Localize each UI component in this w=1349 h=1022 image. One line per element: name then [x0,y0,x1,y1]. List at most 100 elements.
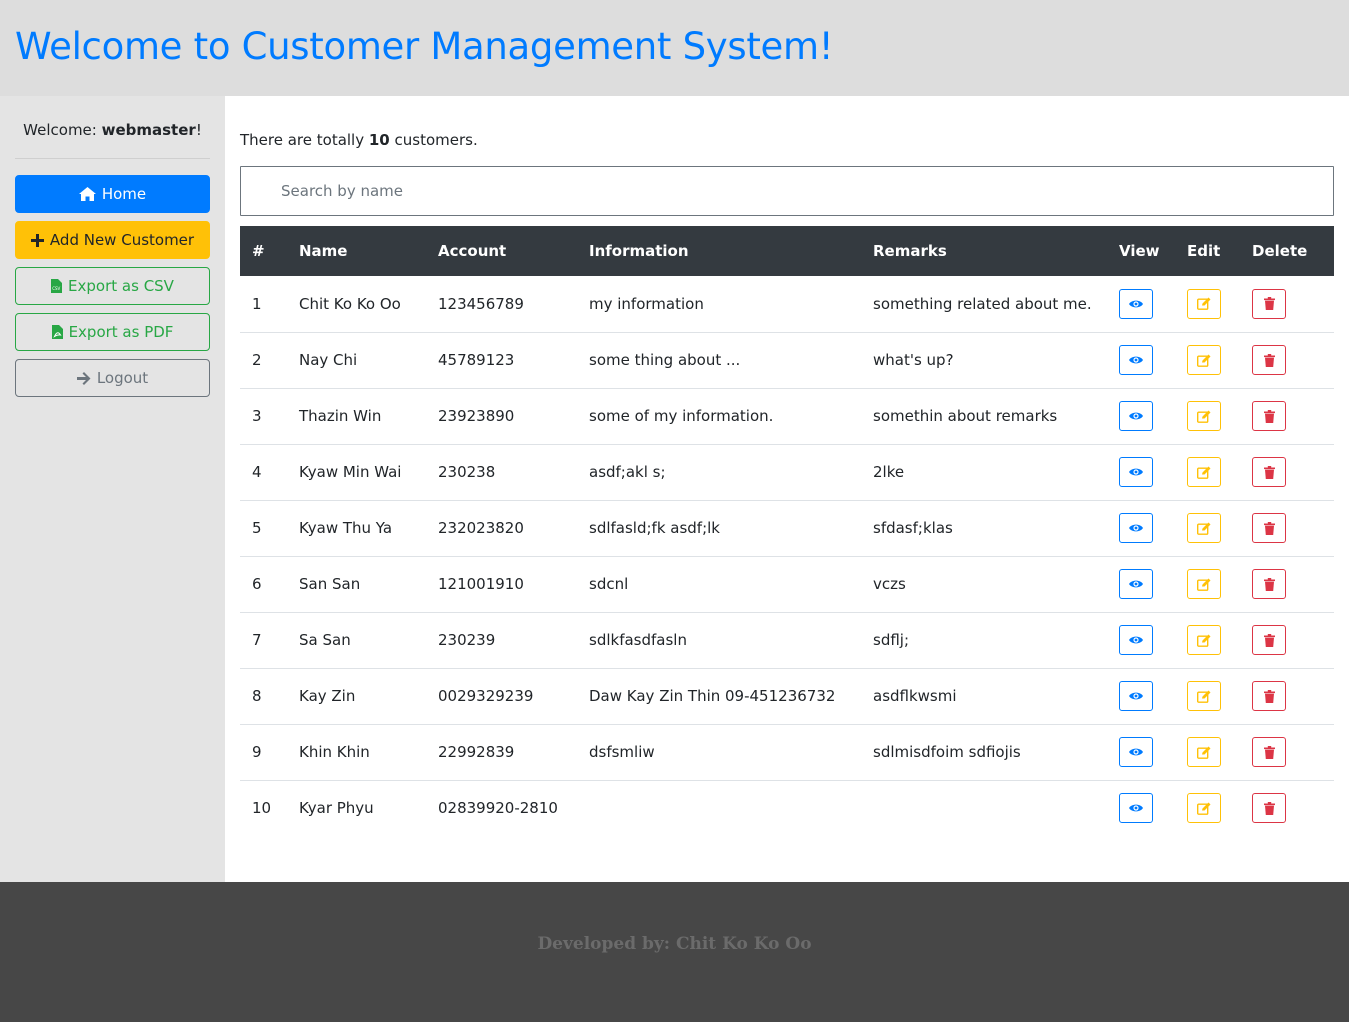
table-row: 8 Kay Zin 0029329239 Daw Kay Zin Thin 09-45… [240,668,1334,724]
search-input[interactable] [240,166,1334,216]
edit-button[interactable] [1187,569,1221,599]
cell-delete [1240,612,1334,668]
edit-icon [1197,746,1211,759]
export-csv-button[interactable]: CSV Export as CSV [15,267,210,305]
edit-button[interactable] [1187,681,1221,711]
delete-button[interactable] [1252,793,1286,824]
cell-edit [1175,444,1240,500]
edit-button[interactable] [1187,513,1221,543]
cell-account: 22992839 [438,743,515,761]
edit-button[interactable] [1187,401,1221,431]
edit-icon [1197,466,1211,479]
sidebar: Welcome: webmaster! Home Add New Custome… [0,96,225,882]
table-row: 4 Kyaw Min Wai 230238 asdf;akl s; 2lke [240,444,1334,500]
cell-information [577,780,861,836]
delete-button[interactable] [1252,401,1286,431]
delete-button[interactable] [1252,681,1286,711]
trash-icon [1263,689,1275,703]
view-button[interactable] [1119,737,1153,767]
cell-num: 10 [252,799,272,818]
cell-account: 23923890 [438,407,515,425]
cell-remarks: asdflkwsmi [873,687,957,705]
trash-icon [1263,633,1275,647]
header-name: Name [299,242,348,260]
cell-account: 02839920-2810 [438,799,558,818]
cell-num: 4 [252,463,262,481]
table-row: 6 San San 121001910 sdcnl vczs [240,556,1334,612]
cell-view [1107,276,1175,332]
arrow-right-icon [76,371,91,385]
edit-button[interactable] [1187,625,1221,655]
header-view: View [1119,242,1160,260]
cell-remarks [861,780,1107,836]
table-row: 9 Khin Khin 22992839 dsfsmliw sdlmisdfoim sd… [240,724,1334,780]
export-pdf-button[interactable]: Export as PDF [15,313,210,351]
cell-view [1107,780,1175,836]
view-button[interactable] [1119,401,1153,431]
cell-edit [1175,668,1240,724]
edit-button[interactable] [1187,457,1221,487]
delete-button[interactable] [1252,569,1286,599]
cell-edit [1175,780,1240,836]
delete-button[interactable] [1252,625,1286,655]
eye-icon [1129,412,1143,420]
view-button[interactable] [1119,513,1153,543]
trash-icon [1263,409,1275,423]
eye-icon [1129,300,1143,308]
trash-icon [1263,745,1275,759]
cell-view [1107,388,1175,444]
delete-button[interactable] [1252,457,1286,487]
edit-button[interactable] [1187,793,1221,824]
delete-button[interactable] [1252,288,1286,319]
cell-name: Chit Ko Ko Oo [299,294,401,313]
eye-icon [1129,524,1143,532]
cell-num: 5 [252,519,262,537]
cell-information: sdlfasld;fk asdf;lk [589,519,720,537]
header-remarks: Remarks [873,242,947,260]
edit-button[interactable] [1187,288,1221,319]
trash-icon [1263,521,1275,535]
view-button[interactable] [1119,345,1153,375]
view-button[interactable] [1119,457,1153,487]
view-button[interactable] [1119,625,1153,655]
cell-remarks: sfdasf;klas [873,519,953,537]
delete-button[interactable] [1252,737,1286,767]
cell-account: 123456789 [438,294,524,313]
home-button[interactable]: Home [15,175,210,213]
delete-button[interactable] [1252,345,1286,375]
welcome-message: Welcome: webmaster! [15,118,210,142]
delete-button[interactable] [1252,513,1286,543]
cell-num: 7 [252,631,262,649]
cell-information: dsfsmliw [589,743,655,761]
add-new-customer-button[interactable]: Add New Customer [15,221,210,259]
cell-account: 0029329239 [438,687,534,705]
eye-icon [1129,636,1143,644]
customer-table: # Name Account Information Remarks View … [240,226,1334,836]
home-icon [78,187,96,201]
cell-remarks: sdflj; [873,631,910,649]
trash-icon [1263,465,1275,479]
trash-icon [1263,577,1275,591]
username: webmaster [101,121,196,139]
cell-name: Kay Zin [299,687,356,705]
logout-button[interactable]: Logout [15,359,210,397]
edit-button[interactable] [1187,737,1221,767]
edit-button[interactable] [1187,345,1221,375]
cell-view [1107,500,1175,556]
cell-account: 230238 [438,463,496,481]
cell-view [1107,332,1175,388]
eye-icon [1129,748,1143,756]
cell-view [1107,612,1175,668]
cell-delete [1240,724,1334,780]
view-button[interactable] [1119,793,1153,824]
view-button[interactable] [1119,681,1153,711]
trash-icon [1263,801,1275,815]
eye-icon [1129,468,1143,476]
count-suffix: customers. [389,131,478,149]
edit-icon [1197,297,1211,311]
view-button[interactable] [1119,569,1153,599]
table-header-row: # Name Account Information Remarks View … [240,226,1334,276]
view-button[interactable] [1119,288,1153,319]
count-value: 10 [368,131,390,149]
cell-remarks: sdlmisdfoim sdfiojis [873,743,1021,761]
